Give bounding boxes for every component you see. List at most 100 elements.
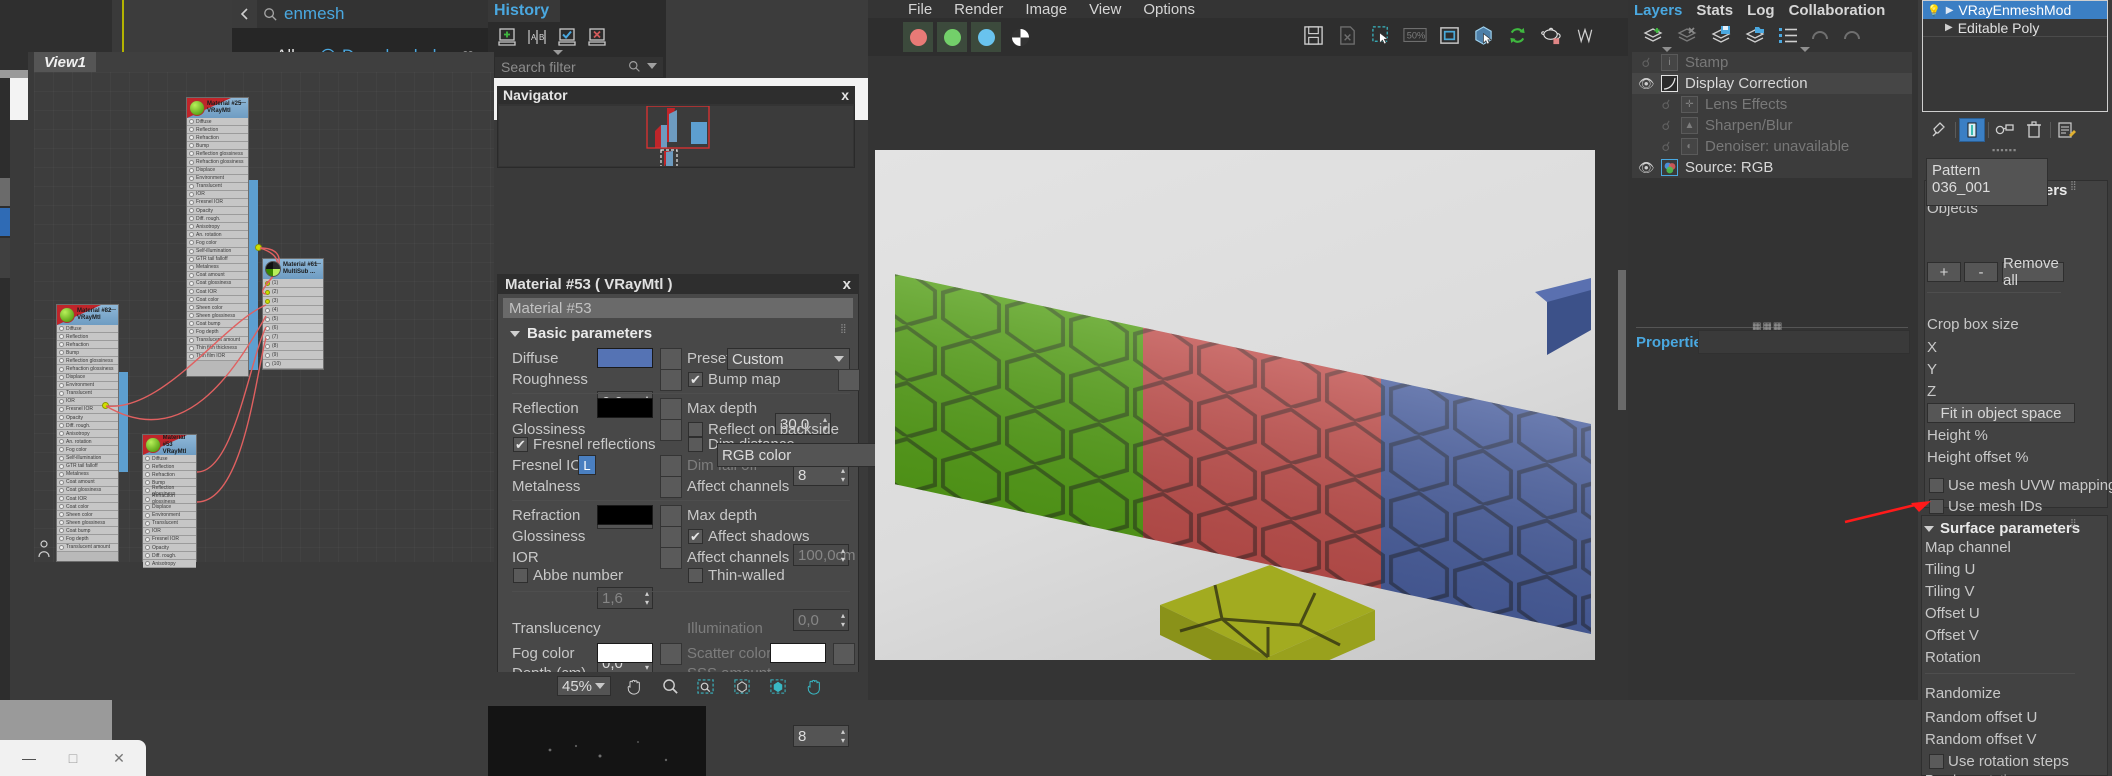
node-slot-dot[interactable] [59,528,64,534]
node-slot-dot[interactable] [265,298,270,304]
properties-splitter-grip[interactable]: ▦▦▦ [1752,322,1783,332]
remove-modifier-icon[interactable] [2021,118,2047,142]
more-tools-icon[interactable] [1572,22,1598,48]
stack-item-editable-poly[interactable]: ▶ Editable Poly [1923,19,2107,37]
node-slot[interactable]: Coat color [187,296,248,305]
drag-hand-icon[interactable] [801,673,827,699]
taskbar-close-button[interactable]: ✕ [108,750,130,768]
use-rotation-steps-checkbox[interactable] [1929,754,1944,769]
list-layer-icon[interactable] [1778,26,1798,49]
node-slot-dot[interactable] [59,471,64,477]
node-slot[interactable]: (8) [263,342,323,351]
node-slot-dot[interactable] [189,224,194,230]
node-material-61-multisub[interactable]: Material #61 MultiSub ... — (1) (2) (3) (4)… [262,258,324,370]
node-slot[interactable]: GTR tail falloff [187,255,248,264]
stack-item-vrayenmesh[interactable]: 💡 ▶ VRayEnmeshMod [1923,1,2107,19]
node-slot[interactable]: Diffuse [143,455,196,464]
blue-channel-icon[interactable] [971,22,1001,52]
dim-distance-checkbox[interactable] [688,437,703,452]
history-add-icon[interactable] [494,26,520,50]
object-name[interactable]: Pattern 036_001 [1932,162,1990,196]
node-slot[interactable]: Opacity [57,414,118,423]
node-slot[interactable]: Thin film IOR [187,352,248,361]
node-slot-dot[interactable] [189,345,194,351]
history-search-filter[interactable]: Search filter [495,57,663,77]
preset-combo[interactable]: Custom [727,348,850,370]
history-delete-icon[interactable] [584,26,610,50]
save-image-icon[interactable] [1300,22,1326,48]
undo-icon[interactable] [1810,26,1830,49]
node-slot[interactable]: Sheen glossiness [57,519,118,528]
layer-row-stamp[interactable]: ☌ i Stamp [1632,52,1912,73]
menu-render[interactable]: Render [954,1,1003,18]
panel-resize-grip[interactable]: ▪▪▪▪▪▪ [1992,146,2017,155]
red-channel-icon[interactable] [903,22,933,52]
node-slot-dot[interactable] [59,512,64,518]
add-object-button[interactable]: + [1927,262,1961,282]
node-slot[interactable]: Refraction glossiness [57,365,118,374]
history-tab-label[interactable]: History [494,2,549,20]
region-select-icon[interactable] [1368,22,1394,48]
configure-sets-icon[interactable] [2054,118,2080,142]
node-slot[interactable]: Coat glossiness [187,279,248,288]
menu-image[interactable]: Image [1025,1,1067,18]
node-slot-dot[interactable] [189,240,194,246]
node-slot[interactable]: Diff. rough. [57,422,118,431]
node-1-output-dot[interactable] [255,244,262,251]
node-slot[interactable]: Anisotropy [143,560,196,569]
node-slot[interactable]: Bump [57,349,118,358]
rollout-grip[interactable]: ⣿ [840,324,848,333]
navigator-close[interactable]: x [841,87,849,103]
node-editor-person-icon[interactable] [36,540,52,558]
remove-all-button[interactable]: Remove all [2002,255,2064,289]
node-slot[interactable]: IOR [143,527,196,536]
node-slot[interactable]: (1) [263,279,323,288]
tab-log[interactable]: Log [1747,2,1775,19]
node-slot[interactable]: Coat glossiness [57,486,118,495]
reflection-color-swatch[interactable] [597,398,653,418]
node-slot-dot[interactable] [265,352,270,358]
node-slot-dot[interactable] [59,350,64,356]
layer-row-lens-effects[interactable]: ☌ ✛ Lens Effects [1632,94,1912,115]
node-slot[interactable]: Bump [187,142,248,151]
node-slot[interactable]: Opacity [143,544,196,553]
rendered-image[interactable] [875,150,1595,660]
node-slot-dot[interactable] [59,439,64,445]
node-slot[interactable]: Anisotropy [57,430,118,439]
node-slot-dot[interactable] [189,159,194,165]
abbe-number-checkbox[interactable] [513,568,528,583]
node-slot[interactable]: Refraction [143,471,196,480]
node-slot[interactable]: Reflection [143,463,196,472]
visibility-icon[interactable]: 👁 [1638,76,1655,92]
layer-row-source-rgb[interactable]: 👁 Source: RGB [1632,157,1912,178]
node-slot-dot[interactable] [189,167,194,173]
show-end-result-icon[interactable] [1959,118,1985,142]
node-slot-dot[interactable] [189,272,194,278]
tab-stats[interactable]: Stats [1696,2,1733,19]
fit-selected-icon[interactable] [765,673,791,699]
node-slot[interactable]: Reflection [187,126,248,135]
node-slot-dot[interactable] [189,119,194,125]
metalness-map-button[interactable] [660,476,682,498]
roughness-map-button[interactable] [660,369,682,391]
node-slot-dot[interactable] [189,337,194,343]
light-bulb-icon[interactable]: 💡 [1927,4,1941,17]
node-slot-dot[interactable] [145,528,150,534]
fresnel-reflections-checkbox[interactable]: ✔ [513,437,528,452]
node-slot[interactable]: Diffuse [57,325,118,334]
node-slot-dot[interactable] [59,463,64,469]
node-slot-dot[interactable] [189,151,194,157]
node-slot[interactable]: An. rotation [57,438,118,447]
layer-row-denoiser[interactable]: ☌ ◐ Denoiser: unavailable [1632,136,1912,157]
node-slot[interactable]: (9) [263,351,323,360]
node-header[interactable]: Material #53 VRayMtl [143,435,196,455]
bump-map-checkbox[interactable]: ✔ [688,372,703,387]
spinner-arrows-icon[interactable]: ▴▾ [841,611,845,629]
node-slot[interactable]: Coat IOR [57,494,118,504]
node-slot-dot[interactable] [59,334,64,340]
dim-falloff-spinner[interactable]: 0,0 ▴ ▾ [793,609,849,631]
refraction-glossiness-map-button[interactable] [660,526,682,548]
node-slot-dot[interactable] [145,512,150,518]
node-slot-dot[interactable] [59,382,64,388]
node-slot[interactable]: Metalness [187,263,248,272]
